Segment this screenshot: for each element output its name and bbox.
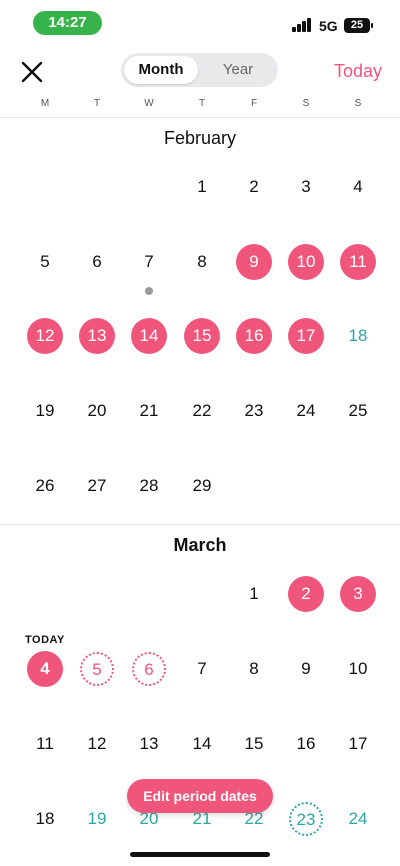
day-cell-march-24[interactable]: 24 <box>340 801 376 837</box>
day-cell-february-25[interactable]: 25 <box>340 393 376 429</box>
day-cell-february-21[interactable]: 21 <box>131 393 167 429</box>
day-cell-march-2[interactable]: 2 <box>288 576 324 612</box>
tab-year[interactable]: Year <box>201 56 275 84</box>
day-cell-march-16[interactable]: 16 <box>288 726 324 762</box>
day-cell-february-28[interactable]: 28 <box>131 468 167 504</box>
calendar-header: Month Year Today <box>0 46 400 96</box>
day-cell-february-11[interactable]: 11 <box>340 244 376 280</box>
day-cell-february-23[interactable]: 23 <box>236 393 272 429</box>
day-cell-march-3[interactable]: 3 <box>340 576 376 612</box>
day-cell-february-10[interactable]: 10 <box>288 244 324 280</box>
day-cell-february-6[interactable]: 6 <box>79 244 115 280</box>
day-cell-february-17[interactable]: 17 <box>288 318 324 354</box>
today-button[interactable]: Today <box>334 61 382 82</box>
day-cell-march-4[interactable]: 4 <box>27 651 63 687</box>
day-cell-march-17[interactable]: 17 <box>340 726 376 762</box>
day-cell-february-1[interactable]: 1 <box>184 169 220 205</box>
close-x-icon <box>21 61 43 83</box>
weekday-label: S <box>354 98 362 109</box>
day-cell-february-7[interactable]: 7 <box>131 244 167 280</box>
day-cell-february-27[interactable]: 27 <box>79 468 115 504</box>
today-label: TODAY <box>25 634 65 646</box>
day-cell-march-8[interactable]: 8 <box>236 651 272 687</box>
day-cell-february-15[interactable]: 15 <box>184 318 220 354</box>
day-cell-february-22[interactable]: 22 <box>184 393 220 429</box>
day-cell-march-18[interactable]: 18 <box>27 801 63 837</box>
day-cell-february-4[interactable]: 4 <box>340 169 376 205</box>
day-cell-february-5[interactable]: 5 <box>27 244 63 280</box>
battery-icon: 25 <box>344 18 373 33</box>
day-cell-february-18[interactable]: 18 <box>340 318 376 354</box>
signal-icon <box>292 18 312 32</box>
day-cell-february-16[interactable]: 16 <box>236 318 272 354</box>
day-cell-february-12[interactable]: 12 <box>27 318 63 354</box>
weekday-label: M <box>40 98 50 109</box>
day-cell-march-5[interactable]: 5 <box>80 652 114 686</box>
day-cell-february-2[interactable]: 2 <box>236 169 272 205</box>
tab-month[interactable]: Month <box>124 56 198 84</box>
view-switch: Month Year <box>121 53 278 87</box>
edit-period-dates-button[interactable]: Edit period dates <box>127 779 273 813</box>
day-cell-march-19[interactable]: 19 <box>79 801 115 837</box>
weekday-label: F <box>250 98 258 109</box>
day-cell-february-19[interactable]: 19 <box>27 393 63 429</box>
day-cell-february-8[interactable]: 8 <box>184 244 220 280</box>
month-title-february: February <box>163 128 237 148</box>
day-cell-march-9[interactable]: 9 <box>288 651 324 687</box>
day-cell-march-13[interactable]: 13 <box>131 726 167 762</box>
network-label: 5G <box>319 18 338 34</box>
day-cell-february-3[interactable]: 3 <box>288 169 324 205</box>
day-cell-march-14[interactable]: 14 <box>184 726 220 762</box>
day-cell-march-10[interactable]: 10 <box>340 651 376 687</box>
note-dot-icon <box>145 287 153 295</box>
day-cell-february-14[interactable]: 14 <box>131 318 167 354</box>
day-cell-february-20[interactable]: 20 <box>79 393 115 429</box>
month-title-march: March <box>173 535 227 555</box>
day-cell-march-1[interactable]: 1 <box>236 576 272 612</box>
close-button[interactable] <box>18 58 46 86</box>
day-cell-february-9[interactable]: 9 <box>236 244 272 280</box>
weekday-label: S <box>302 98 310 109</box>
day-cell-february-13[interactable]: 13 <box>79 318 115 354</box>
day-cell-february-29[interactable]: 29 <box>184 468 220 504</box>
home-indicator <box>130 852 270 857</box>
day-cell-march-15[interactable]: 15 <box>236 726 272 762</box>
month-divider <box>0 524 400 525</box>
day-cell-february-24[interactable]: 24 <box>288 393 324 429</box>
weekday-row: M T W T F S S <box>0 96 400 118</box>
day-cell-march-11[interactable]: 11 <box>27 726 63 762</box>
day-cell-march-7[interactable]: 7 <box>184 651 220 687</box>
status-bar: 14:27 5G 25 <box>0 0 400 46</box>
day-cell-march-23[interactable]: 23 <box>289 802 323 836</box>
status-time: 14:27 <box>33 11 102 35</box>
day-cell-march-12[interactable]: 12 <box>79 726 115 762</box>
day-cell-february-26[interactable]: 26 <box>27 468 63 504</box>
day-cell-march-6[interactable]: 6 <box>132 652 166 686</box>
weekday-label: T <box>198 98 206 109</box>
weekday-label: T <box>93 98 101 109</box>
weekday-label: W <box>144 98 154 109</box>
